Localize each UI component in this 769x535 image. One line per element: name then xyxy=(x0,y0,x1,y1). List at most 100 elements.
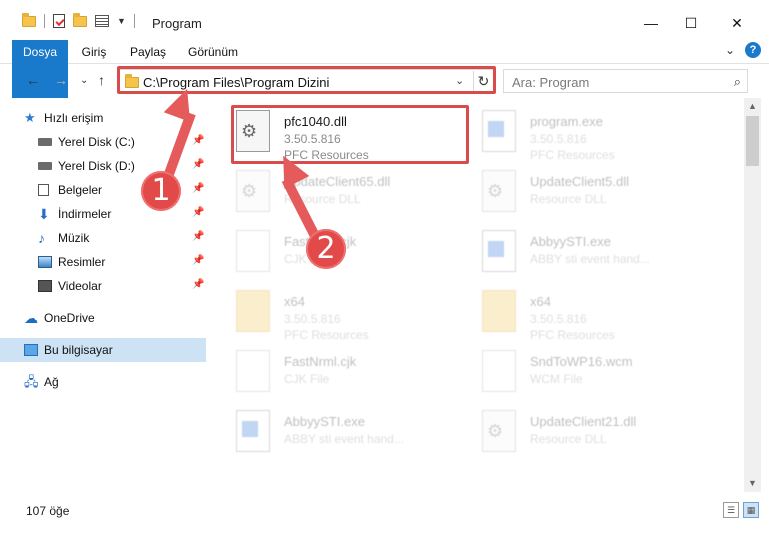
search-box[interactable]: Ara: Program ⌕ xyxy=(503,69,748,93)
file-description: ABBY sti event hand... xyxy=(530,252,650,266)
videos-icon xyxy=(38,280,52,292)
back-button[interactable]: ← xyxy=(26,72,40,88)
tab-view[interactable]: Görünüm xyxy=(184,40,242,64)
pin-icon[interactable]: 📌 xyxy=(192,231,204,242)
exe-file-icon xyxy=(482,230,516,272)
dll-file-icon xyxy=(482,170,516,212)
navigation-bar: ← → ⌄ ↑ C:\Program Files\Program Dizini … xyxy=(0,64,769,98)
recent-locations-chevron-icon[interactable]: ⌄ xyxy=(80,75,88,86)
tab-home[interactable]: Giriş xyxy=(76,40,112,64)
folder-icon xyxy=(125,74,139,88)
search-icon[interactable]: ⌕ xyxy=(734,74,741,90)
title-bar: ▼ Program — ☐ ✕ xyxy=(0,0,769,40)
sidebar-item-onedrive[interactable]: ☁ OneDrive xyxy=(0,306,206,330)
file-item[interactable]: FastNrml.cjk CJK File xyxy=(212,344,452,402)
file-name: UpdateClient21.dll xyxy=(530,414,637,429)
exe-file-icon xyxy=(236,410,270,452)
step-badge-2: 2 xyxy=(306,229,346,269)
view-toggle: ☰ ▦ xyxy=(723,502,759,518)
address-path[interactable]: C:\Program Files\Program Dizini xyxy=(143,75,329,90)
sidebar-item-videos[interactable]: Videolar 📌 xyxy=(0,274,206,298)
search-placeholder[interactable]: Ara: Program xyxy=(512,75,589,90)
pin-icon[interactable]: 📌 xyxy=(192,183,204,194)
file-item[interactable]: UpdateClient21.dll Resource DLL xyxy=(458,404,698,462)
sidebar-item-pictures[interactable]: Resimler 📌 xyxy=(0,250,206,274)
sidebar-item-label: Müzik xyxy=(58,231,90,245)
exe-file-icon xyxy=(482,110,516,152)
file-item[interactable]: UpdateClient5.dll Resource DLL xyxy=(458,164,698,222)
sidebar-item-label: İndirmeler xyxy=(58,207,112,221)
file-item[interactable]: UpdateClient65.dll Resource DLL xyxy=(212,164,452,222)
folder-icon xyxy=(482,290,516,332)
file-description: PFC Resources xyxy=(530,148,615,162)
expand-ribbon-chevron-icon[interactable]: ⌄ xyxy=(725,43,735,57)
quick-access-toolbar: ▼ xyxy=(22,12,135,28)
scroll-down-arrow-icon[interactable]: ▼ xyxy=(744,475,761,492)
toolbar-divider xyxy=(133,14,135,28)
vertical-scrollbar[interactable]: ▲ ▼ xyxy=(744,98,761,492)
file-version: 3.50.5.816 xyxy=(530,312,587,326)
dll-file-icon xyxy=(236,110,270,152)
up-button[interactable]: ↑ xyxy=(98,72,105,88)
file-item[interactable]: program.exe 3.50.5.816 PFC Resources xyxy=(458,104,698,162)
file-description: WCM File xyxy=(530,372,583,386)
tab-share[interactable]: Paylaş xyxy=(124,40,172,64)
refresh-icon[interactable]: ↻ xyxy=(473,71,493,91)
pin-icon[interactable]: 📌 xyxy=(192,135,204,146)
sidebar-item-label: Ağ xyxy=(44,375,59,389)
file-description: PFC Resources xyxy=(530,328,615,342)
pin-icon[interactable]: 📌 xyxy=(192,207,204,218)
help-icon[interactable]: ? xyxy=(745,42,761,58)
sidebar-item-this-pc[interactable]: Bu bilgisayar xyxy=(0,338,206,362)
sidebar-item-music[interactable]: ♪ Müzik 📌 xyxy=(0,226,206,250)
maximize-button[interactable]: ☐ xyxy=(668,8,714,38)
address-history-chevron-icon[interactable]: ⌄ xyxy=(455,74,464,87)
file-description: PFC Resources xyxy=(284,328,369,342)
ribbon-controls: ⌄ ? xyxy=(725,42,761,58)
details-view-icon[interactable]: ☰ xyxy=(723,502,739,518)
customize-toolbar-chevron-icon[interactable]: ▼ xyxy=(117,16,126,26)
dll-file-icon xyxy=(236,170,270,212)
file-name: x64 xyxy=(530,294,551,309)
window-title: Program xyxy=(152,16,202,31)
file-name: AbbyySTI.exe xyxy=(284,414,365,429)
properties-icon[interactable] xyxy=(53,14,65,28)
file-name: UpdateClient5.dll xyxy=(530,174,630,189)
file-item[interactable]: SndToWP16.wcm WCM File xyxy=(458,344,698,402)
file-description: Resource DLL xyxy=(530,432,607,446)
sidebar-item-label: OneDrive xyxy=(44,311,95,325)
file-item[interactable]: AbbyySTI.exe ABBY sti event hand... xyxy=(458,224,698,282)
pin-icon[interactable]: 📌 xyxy=(192,279,204,290)
generic-file-icon xyxy=(236,350,270,392)
sidebar-item-downloads[interactable]: ⬇ İndirmeler 📌 xyxy=(0,202,206,226)
pin-icon[interactable]: 📌 xyxy=(192,159,204,170)
folder-icon[interactable] xyxy=(22,12,36,27)
disk-icon xyxy=(38,138,52,146)
new-folder-icon[interactable] xyxy=(73,12,87,27)
file-name: program.exe xyxy=(530,114,603,129)
ribbon: Dosya Giriş Paylaş Görünüm ⌄ ? xyxy=(0,40,769,98)
file-description: ABBY sti event hand... xyxy=(284,432,404,446)
tiles-view-icon[interactable]: ▦ xyxy=(743,502,759,518)
file-item[interactable]: AbbyySTI.exe ABBY sti event hand... xyxy=(212,404,452,462)
sidebar-item-label: Hızlı erişim xyxy=(44,111,104,125)
pin-icon[interactable]: 📌 xyxy=(192,255,204,266)
file-description: CJK File xyxy=(284,372,330,386)
dll-file-icon xyxy=(482,410,516,452)
file-item[interactable]: x64 3.50.5.816 PFC Resources xyxy=(458,284,698,342)
file-name: AbbyySTI.exe xyxy=(530,234,611,249)
close-button[interactable]: ✕ xyxy=(714,8,760,38)
file-item[interactable]: x64 3.50.5.816 PFC Resources xyxy=(212,284,452,342)
scrollbar-thumb[interactable] xyxy=(746,116,759,166)
cloud-icon: ☁ xyxy=(24,310,38,326)
file-version: 3.50.5.816 xyxy=(284,312,341,326)
forward-button[interactable]: → xyxy=(54,72,68,88)
file-item-pfc1040-dll[interactable]: pfc1040.dll 3.50.5.816 PFC Resources xyxy=(212,104,452,162)
sidebar-item-network[interactable]: 🖧 Ağ xyxy=(0,370,206,394)
file-name: x64 xyxy=(284,294,305,309)
view-options-icon[interactable] xyxy=(95,15,109,27)
scroll-up-arrow-icon[interactable]: ▲ xyxy=(744,98,761,115)
star-icon: ★ xyxy=(24,110,36,125)
file-name: SndToWP16.wcm xyxy=(530,354,633,369)
disk-icon xyxy=(38,162,52,170)
